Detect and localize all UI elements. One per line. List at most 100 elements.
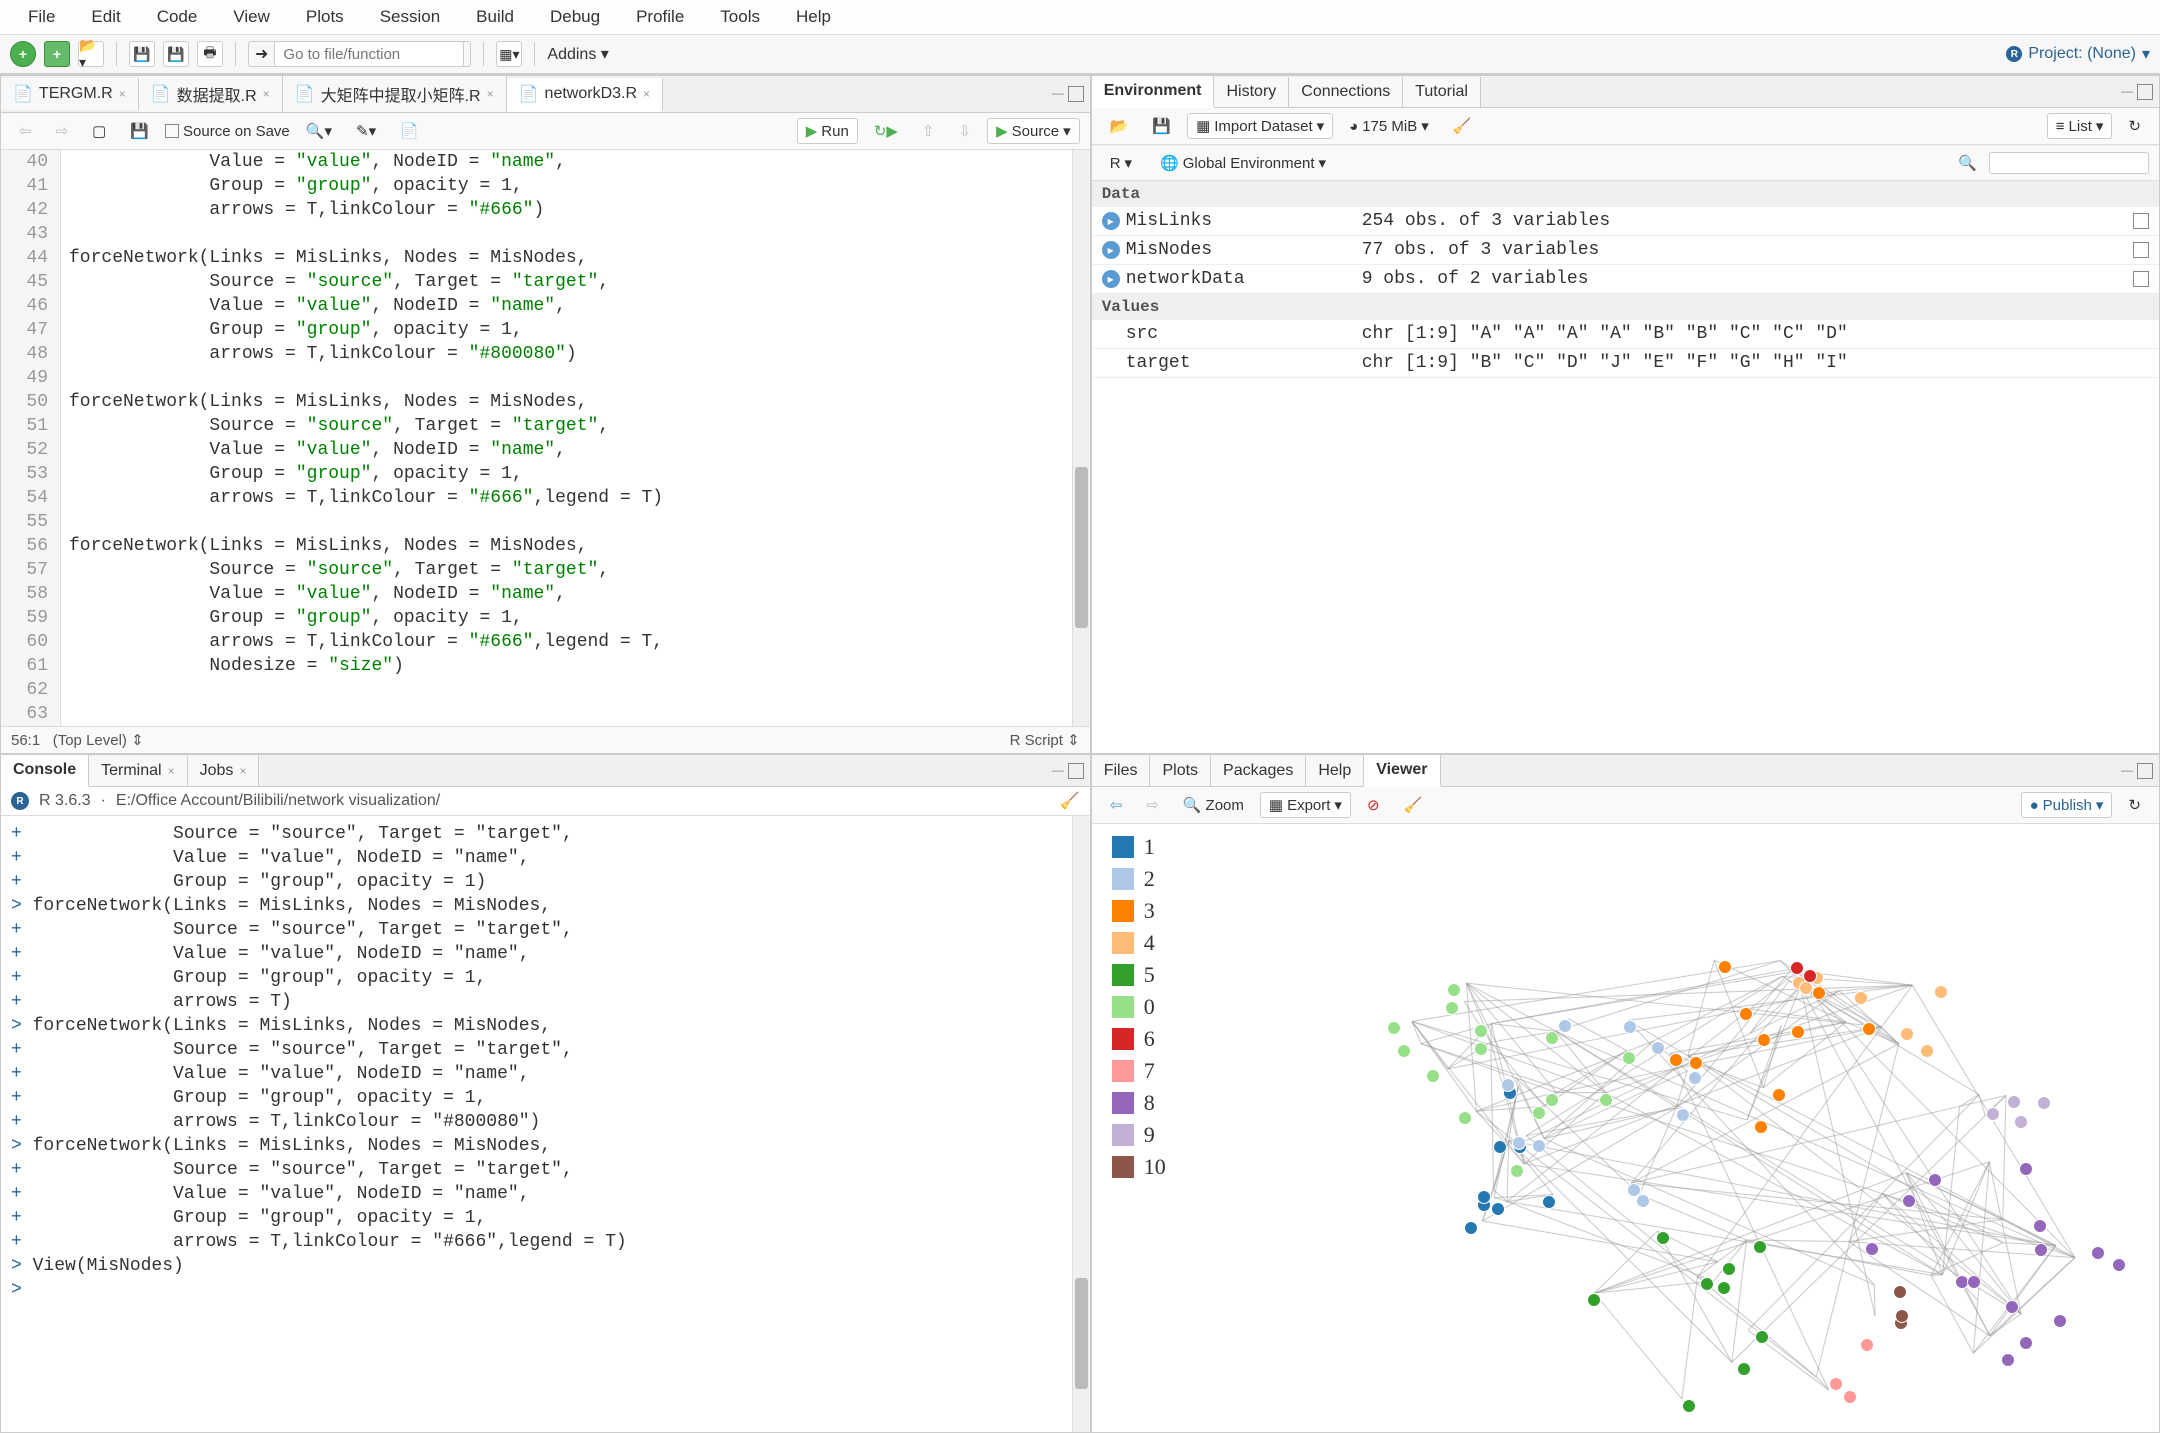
- maximize-icon[interactable]: [1068, 86, 1084, 102]
- env-search-input[interactable]: [1989, 152, 2149, 174]
- menu-plots[interactable]: Plots: [288, 3, 362, 31]
- graph-node[interactable]: [1501, 1078, 1515, 1092]
- save-button[interactable]: 💾: [122, 119, 157, 143]
- expand-icon[interactable]: ▸: [1102, 270, 1120, 288]
- graph-node[interactable]: [1689, 1056, 1703, 1070]
- maximize-icon[interactable]: [2137, 763, 2153, 779]
- graph-node[interactable]: [2053, 1314, 2067, 1328]
- console-tab-jobs[interactable]: Jobs×: [188, 756, 260, 786]
- graph-node[interactable]: [1558, 1019, 1572, 1033]
- env-tab-connections[interactable]: Connections: [1289, 77, 1403, 107]
- graph-node[interactable]: [1893, 1285, 1907, 1299]
- env-tab-environment[interactable]: Environment: [1092, 76, 1215, 108]
- viewer-tab-plots[interactable]: Plots: [1150, 756, 1211, 786]
- graph-node[interactable]: [1843, 1390, 1857, 1404]
- graph-node[interactable]: [1854, 991, 1868, 1005]
- menu-file[interactable]: File: [10, 3, 73, 31]
- new-project-button[interactable]: +: [44, 41, 70, 67]
- graph-node[interactable]: [1700, 1277, 1714, 1291]
- graph-node[interactable]: [2019, 1336, 2033, 1350]
- console-scrollbar[interactable]: [1072, 816, 1090, 1432]
- project-menu[interactable]: R Project: (None) ▾: [2006, 44, 2150, 64]
- graph-node[interactable]: [1790, 961, 1804, 975]
- graph-node[interactable]: [1491, 1202, 1505, 1216]
- new-file-button[interactable]: +: [10, 41, 36, 67]
- env-data-row[interactable]: ▸networkData9 obs. of 2 variables: [1092, 265, 2159, 294]
- export-button[interactable]: ▦ Export ▾: [1260, 792, 1351, 818]
- graph-node[interactable]: [1445, 1001, 1459, 1015]
- minimize-icon[interactable]: —: [1052, 763, 1064, 779]
- menu-tools[interactable]: Tools: [702, 3, 778, 31]
- compile-report-button[interactable]: 📄: [392, 119, 427, 143]
- graph-node[interactable]: [1902, 1194, 1916, 1208]
- source-on-save-checkbox[interactable]: [165, 124, 179, 138]
- back-button[interactable]: ⇦: [11, 119, 40, 143]
- menu-help[interactable]: Help: [778, 3, 849, 31]
- graph-node[interactable]: [2091, 1246, 2105, 1260]
- code-editor[interactable]: 40 41 42 43 44 45 46 47 48 49 50 51 52 5…: [1, 150, 1090, 726]
- expand-icon[interactable]: ▸: [1102, 241, 1120, 259]
- print-button[interactable]: 🖶: [197, 41, 223, 67]
- source-tab[interactable]: 📄数据提取.R×: [139, 76, 283, 112]
- menu-build[interactable]: Build: [458, 3, 532, 31]
- graph-node[interactable]: [1803, 969, 1817, 983]
- graph-node[interactable]: [1545, 1031, 1559, 1045]
- close-icon[interactable]: ×: [119, 87, 126, 101]
- env-tab-history[interactable]: History: [1214, 77, 1289, 107]
- graph-node[interactable]: [1755, 1330, 1769, 1344]
- viewer-tab-files[interactable]: Files: [1092, 756, 1151, 786]
- maximize-icon[interactable]: [1068, 763, 1084, 779]
- refresh-button[interactable]: ↻: [2120, 114, 2149, 138]
- expand-icon[interactable]: ▸: [1102, 212, 1120, 230]
- console-tab-terminal[interactable]: Terminal×: [89, 756, 187, 786]
- close-icon[interactable]: ×: [239, 764, 246, 778]
- env-value-row[interactable]: targetchr [1:9] "B" "C" "D" "J" "E" "F" …: [1092, 349, 2159, 378]
- forward-button[interactable]: ⇨: [48, 119, 77, 143]
- find-button[interactable]: 🔍▾: [298, 119, 340, 143]
- graph-node[interactable]: [1772, 1088, 1786, 1102]
- menu-profile[interactable]: Profile: [618, 3, 702, 31]
- graph-node[interactable]: [1676, 1108, 1690, 1122]
- import-dataset-button[interactable]: ▦ Import Dataset ▾: [1187, 113, 1333, 139]
- console-output[interactable]: + Source = "source", Target = "target", …: [1, 816, 1090, 1432]
- menu-edit[interactable]: Edit: [73, 3, 138, 31]
- graph-node[interactable]: [2019, 1162, 2033, 1176]
- graph-node[interactable]: [1967, 1275, 1981, 1289]
- graph-node[interactable]: [1545, 1093, 1559, 1107]
- menu-view[interactable]: View: [215, 3, 288, 31]
- editor-scrollbar[interactable]: [1072, 150, 1090, 726]
- graph-node[interactable]: [2005, 1300, 2019, 1314]
- source-tab[interactable]: 📄networkD3.R×: [507, 78, 663, 112]
- menu-code[interactable]: Code: [139, 3, 216, 31]
- graph-node[interactable]: [1865, 1242, 1879, 1256]
- zoom-button[interactable]: 🔍 Zoom: [1175, 793, 1252, 817]
- run-button[interactable]: ▶Run: [797, 118, 858, 144]
- save-button[interactable]: 💾: [129, 41, 155, 67]
- minimize-icon[interactable]: —: [1052, 86, 1064, 102]
- graph-node[interactable]: [1397, 1044, 1411, 1058]
- menu-debug[interactable]: Debug: [532, 3, 618, 31]
- goto-file-function[interactable]: ➜: [248, 41, 471, 67]
- graph-node[interactable]: [1587, 1293, 1601, 1307]
- source-dropdown-button[interactable]: ▶Source ▾: [987, 118, 1080, 144]
- environment-scope-selector[interactable]: 🌐 Global Environment ▾: [1152, 151, 1334, 175]
- graph-node[interactable]: [1722, 1262, 1736, 1276]
- close-icon[interactable]: ×: [487, 87, 494, 101]
- refresh-button[interactable]: ↻: [2120, 793, 2149, 817]
- graph-node[interactable]: [1474, 1042, 1488, 1056]
- env-data-row[interactable]: ▸MisNodes77 obs. of 3 variables: [1092, 236, 2159, 265]
- env-tab-tutorial[interactable]: Tutorial: [1403, 77, 1481, 107]
- clear-objects-button[interactable]: 🧹: [1445, 114, 1480, 138]
- minimize-icon[interactable]: —: [2121, 763, 2133, 779]
- open-file-button[interactable]: 📂▾: [78, 41, 104, 67]
- graph-node[interactable]: [1622, 1051, 1636, 1065]
- graph-node[interactable]: [1862, 1022, 1876, 1036]
- env-value-row[interactable]: srcchr [1:9] "A" "A" "A" "A" "B" "B" "C"…: [1092, 320, 2159, 349]
- memory-indicator[interactable]: ◕ 175 MiB ▾: [1341, 114, 1437, 138]
- goto-input[interactable]: [274, 41, 464, 67]
- source-tab[interactable]: 📄大矩阵中提取小矩阵.R×: [283, 76, 507, 112]
- viewer-forward-button[interactable]: ⇨: [1138, 793, 1167, 817]
- remove-current-button[interactable]: ⊘: [1359, 793, 1388, 817]
- viewer-tab-viewer[interactable]: Viewer: [1364, 755, 1440, 787]
- source-tab[interactable]: 📄TERGM.R×: [1, 78, 139, 110]
